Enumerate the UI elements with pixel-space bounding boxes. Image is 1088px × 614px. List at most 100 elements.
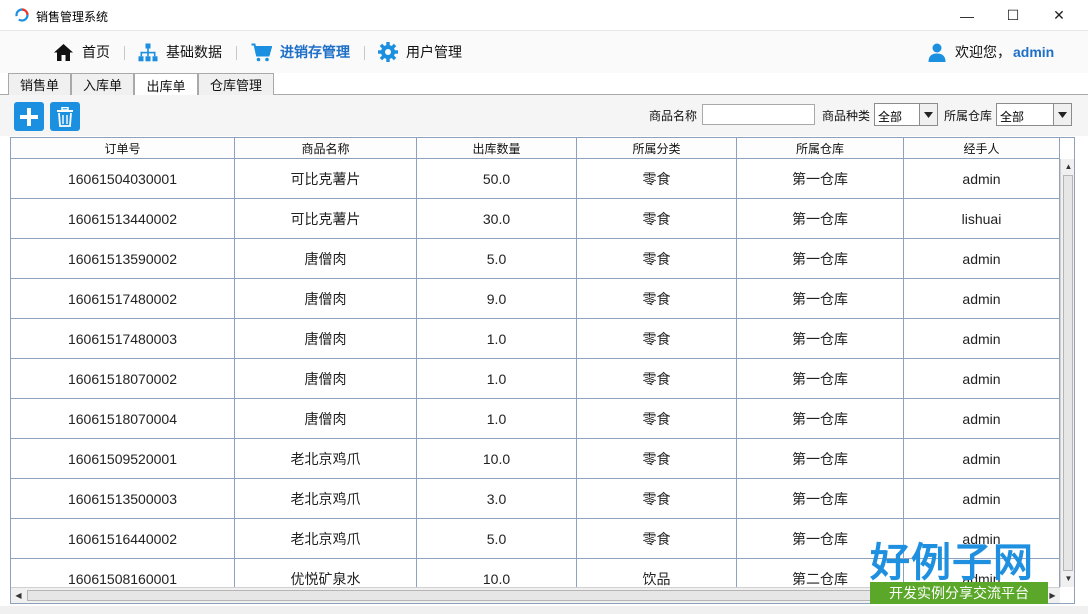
maximize-icon: ☐ <box>1006 7 1020 23</box>
column-header-product-name[interactable]: 商品名称 <box>235 138 417 159</box>
vertical-scrollbar[interactable]: ▲ ▼ <box>1060 159 1074 587</box>
table-cell: 10.0 <box>417 439 577 478</box>
table-row[interactable]: 16061513590002 唐僧肉 5.0 零食 第一仓库 admin <box>11 239 1060 279</box>
table-cell: 唐僧肉 <box>235 239 417 278</box>
table-cell: admin <box>904 359 1060 398</box>
tab-sales-order[interactable]: 销售单 <box>8 73 71 95</box>
table-cell: 第一仓库 <box>737 359 904 398</box>
table-cell: admin <box>904 439 1060 478</box>
app-logo-icon <box>15 8 29 22</box>
table-row[interactable]: 16061513440002 可比克薯片 30.0 零食 第一仓库 lishuai <box>11 199 1060 239</box>
product-name-input[interactable] <box>702 104 815 125</box>
table-cell: 唐僧肉 <box>235 319 417 358</box>
column-header-handler[interactable]: 经手人 <box>904 138 1060 159</box>
table-cell: 5.0 <box>417 239 577 278</box>
watermark-logo-subtitle: 开发实例分享交流平台 <box>870 582 1048 604</box>
close-button[interactable]: ✕ <box>1036 0 1082 31</box>
menu-separator <box>124 46 125 60</box>
menu-item-label: 进销存管理 <box>280 44 350 60</box>
home-icon <box>54 43 73 61</box>
table-cell: 老北京鸡爪 <box>235 519 417 558</box>
table-cell: 第一仓库 <box>737 479 904 518</box>
table-cell: 16061517480002 <box>11 279 235 318</box>
column-header-quantity[interactable]: 出库数量 <box>417 138 577 159</box>
menu-separator <box>364 46 365 60</box>
category-select[interactable]: 全部 <box>874 103 938 126</box>
table-row[interactable]: 16061518070002 唐僧肉 1.0 零食 第一仓库 admin <box>11 359 1060 399</box>
table-row[interactable]: 16061504030001 可比克薯片 50.0 零食 第一仓库 admin <box>11 159 1060 199</box>
chevron-down-icon <box>919 104 937 125</box>
watermark-logo-title: 好例子网 <box>870 539 1034 586</box>
minimize-button[interactable]: — <box>944 0 990 31</box>
tab-label: 销售单 <box>19 78 59 93</box>
menu-item-label: 用户管理 <box>406 44 462 60</box>
table-cell: 第一仓库 <box>737 199 904 238</box>
minimize-icon: — <box>960 7 974 24</box>
table-cell: 零食 <box>577 519 737 558</box>
tab-strip: 销售单 入库单 出库单 仓库管理 <box>0 73 1088 96</box>
table-cell: 1.0 <box>417 319 577 358</box>
tab-warehouse-management[interactable]: 仓库管理 <box>198 73 274 95</box>
table-row[interactable]: 16061509520001 老北京鸡爪 10.0 零食 第一仓库 admin <box>11 439 1060 479</box>
column-header-warehouse[interactable]: 所属仓库 <box>737 138 904 159</box>
table-cell: admin <box>904 159 1060 198</box>
scroll-left-icon[interactable]: ◀ <box>11 588 26 603</box>
table-cell: 50.0 <box>417 159 577 198</box>
table-cell: 16061513590002 <box>11 239 235 278</box>
table-row[interactable]: 16061517480003 唐僧肉 1.0 零食 第一仓库 admin <box>11 319 1060 359</box>
window-title: 销售管理系统 <box>36 10 109 24</box>
tab-inbound-order[interactable]: 入库单 <box>71 73 134 95</box>
table-cell: 零食 <box>577 439 737 478</box>
tab-outbound-order[interactable]: 出库单 <box>134 73 198 96</box>
column-header-order-number[interactable]: 订单号 <box>11 138 235 159</box>
table-cell: lishuai <box>904 199 1060 238</box>
table-cell: 1.0 <box>417 399 577 438</box>
menu-separator <box>236 46 237 60</box>
add-button[interactable] <box>14 102 44 131</box>
cart-icon <box>251 43 272 61</box>
close-icon: ✕ <box>1053 7 1065 23</box>
table-cell: 1.0 <box>417 359 577 398</box>
menu-item-home[interactable]: 首页 <box>53 41 110 63</box>
table-row[interactable]: 16061517480002 唐僧肉 9.0 零食 第一仓库 admin <box>11 279 1060 319</box>
table-cell: 第一仓库 <box>737 399 904 438</box>
table-cell: 第一仓库 <box>737 439 904 478</box>
table-cell: 第一仓库 <box>737 239 904 278</box>
table-cell: 3.0 <box>417 479 577 518</box>
table-cell: 零食 <box>577 399 737 438</box>
bottom-strip <box>0 606 1088 614</box>
table-cell: 16061518070002 <box>11 359 235 398</box>
watermark-logo: 好例子网 开发实例分享交流平台 <box>868 530 1054 606</box>
vertical-scroll-thumb[interactable] <box>1063 175 1073 571</box>
menu-item-user-management[interactable]: 用户管理 <box>378 41 462 63</box>
category-selected-value: 全部 <box>878 110 903 124</box>
table-row[interactable]: 16061513500003 老北京鸡爪 3.0 零食 第一仓库 admin <box>11 479 1060 519</box>
table-row[interactable]: 16061518070004 唐僧肉 1.0 零食 第一仓库 admin <box>11 399 1060 439</box>
delete-button[interactable] <box>50 102 80 131</box>
table-header: 订单号 商品名称 出库数量 所属分类 所属仓库 经手人 <box>11 138 1060 159</box>
scroll-up-icon[interactable]: ▲ <box>1061 159 1074 174</box>
trash-icon <box>57 106 73 127</box>
warehouse-select[interactable]: 全部 <box>996 103 1072 126</box>
table-cell: 零食 <box>577 359 737 398</box>
warehouse-label: 所属仓库 <box>944 109 993 123</box>
menu-item-inventory[interactable]: 进销存管理 <box>251 41 350 63</box>
chevron-down-icon <box>1053 104 1071 125</box>
table-cell: 零食 <box>577 279 737 318</box>
table-cell: 零食 <box>577 479 737 518</box>
column-header-category[interactable]: 所属分类 <box>577 138 737 159</box>
maximize-button[interactable]: ☐ <box>990 0 1036 31</box>
scroll-down-icon[interactable]: ▼ <box>1061 571 1074 586</box>
user-icon <box>928 43 946 62</box>
table-cell: 16061509520001 <box>11 439 235 478</box>
table-cell: 16061504030001 <box>11 159 235 198</box>
table-cell: admin <box>904 239 1060 278</box>
table-cell: 16061517480003 <box>11 319 235 358</box>
plus-icon <box>20 107 38 126</box>
menu-item-basic-data[interactable]: 基础数据 <box>138 41 222 63</box>
table-cell: admin <box>904 319 1060 358</box>
table-cell: 唐僧肉 <box>235 399 417 438</box>
table-cell: admin <box>904 279 1060 318</box>
table-cell: 5.0 <box>417 519 577 558</box>
table-cell: 9.0 <box>417 279 577 318</box>
